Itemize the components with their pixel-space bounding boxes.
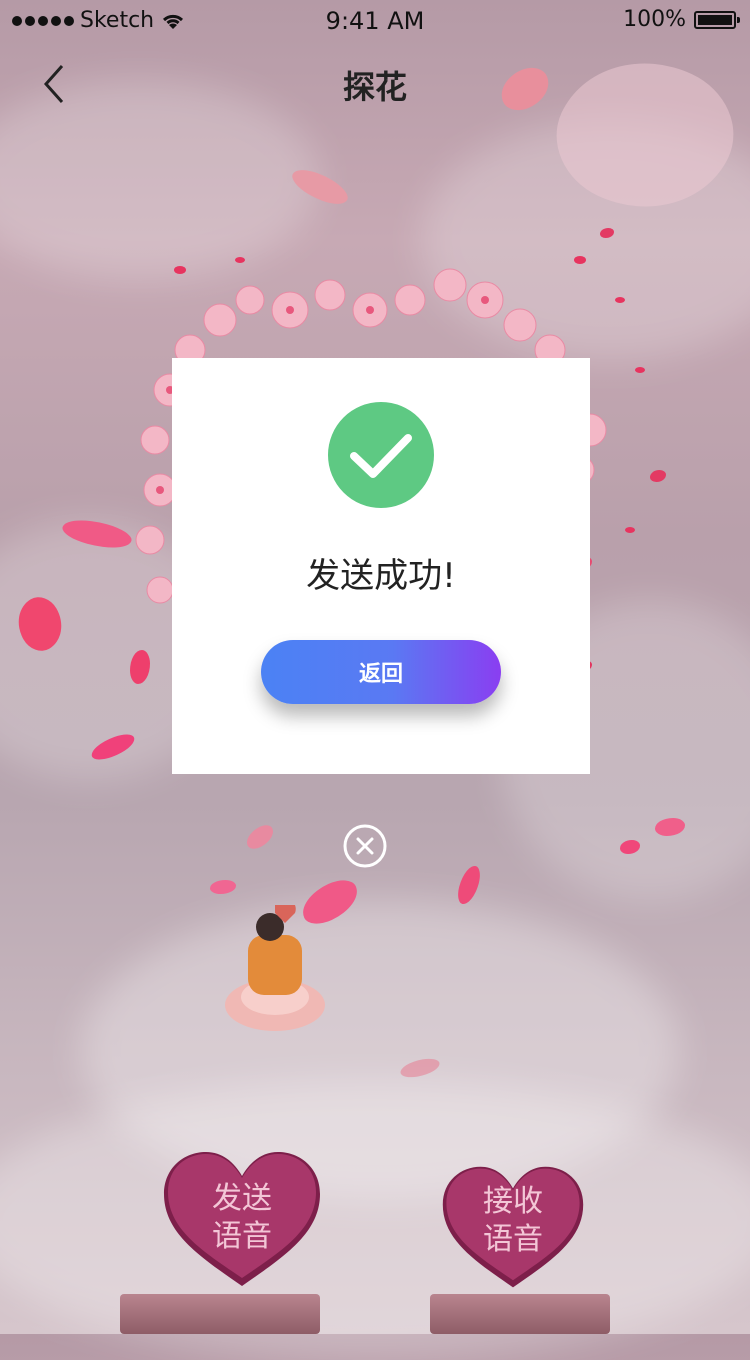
return-button[interactable]: 返回 xyxy=(261,640,501,704)
battery-percent: 100% xyxy=(623,7,686,32)
success-message: 发送成功! xyxy=(306,556,456,596)
page-title: 探花 xyxy=(342,68,407,106)
receive-voice-button[interactable]: 接收 语音 xyxy=(441,1165,585,1291)
nav-bar: 探花 xyxy=(0,40,750,128)
receive-voice-label: 接收 语音 xyxy=(441,1183,585,1259)
receive-voice-line1: 接收 xyxy=(483,1184,543,1219)
close-circle-icon[interactable] xyxy=(342,823,388,869)
battery-icon xyxy=(694,10,740,29)
send-voice-button[interactable]: 发送 语音 xyxy=(162,1150,322,1290)
send-voice-line2: 语音 xyxy=(212,1219,272,1254)
pedestal-right xyxy=(430,1294,610,1334)
pedestal-left xyxy=(120,1294,320,1334)
status-bar: Sketch 9:41 AM 100% xyxy=(0,0,750,40)
receive-voice-line2: 语音 xyxy=(483,1222,543,1257)
figure-on-lotus-illustration xyxy=(225,905,325,1031)
send-voice-line1: 发送 xyxy=(212,1181,272,1216)
check-icon xyxy=(328,402,434,508)
send-voice-label: 发送 语音 xyxy=(162,1180,322,1256)
